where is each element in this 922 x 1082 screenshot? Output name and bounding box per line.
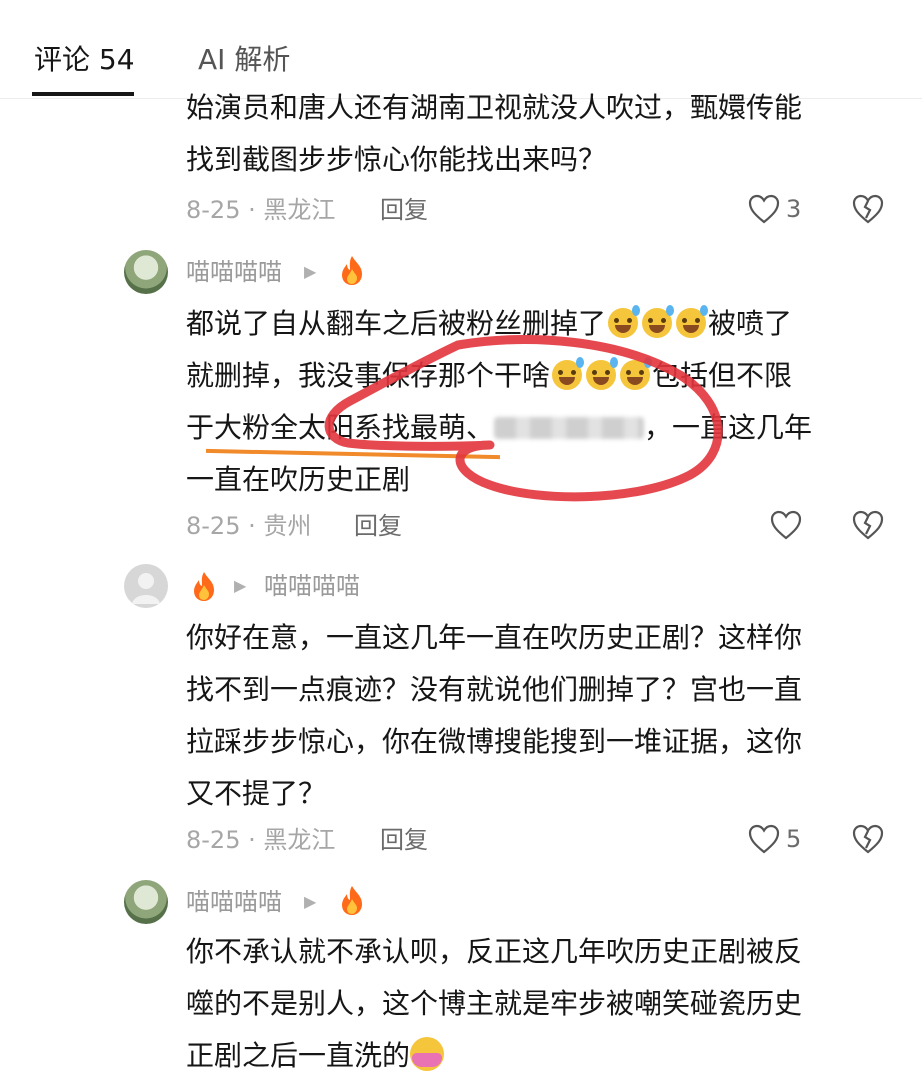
like-button[interactable]: 5 xyxy=(748,824,801,854)
comment-line: 始演员和唐人还有湖南卫视就没人吹过，甄嬛传能 xyxy=(186,91,803,124)
username[interactable]: 喵喵喵喵 xyxy=(186,882,282,922)
comment-line: 正剧之后一直洗的 xyxy=(186,1030,802,1082)
heart-icon xyxy=(748,824,780,854)
dislike-button[interactable] xyxy=(852,824,884,858)
active-tab-indicator xyxy=(32,92,134,96)
default-avatar-icon xyxy=(132,573,160,604)
dislike-button[interactable] xyxy=(852,194,884,228)
red-circle-annotation xyxy=(324,335,723,502)
comment-line: 拉踩步步惊心，你在微博搜能搜到一堆证据，这你 xyxy=(186,725,803,758)
play-arrow-icon: ▶ xyxy=(304,892,317,911)
heart-icon xyxy=(748,194,780,224)
comment-line: 你好在意，一直这几年一直在吹历史正剧？这样你 xyxy=(186,621,803,654)
like-count: 3 xyxy=(786,195,802,223)
reply-button[interactable]: 回复 xyxy=(380,190,428,230)
like-count: 5 xyxy=(786,825,802,853)
sweat-smile-emoji xyxy=(676,305,709,338)
sweat-smile-emoji xyxy=(608,305,641,338)
reply-button[interactable]: 回复 xyxy=(354,506,402,546)
comment-text: 始演员和唐人还有湖南卫视就没人吹过，甄嬛传能 找到截图步步惊心你能找出来吗？ xyxy=(186,82,802,186)
reply-button[interactable]: 回复 xyxy=(380,820,428,860)
comment-text: 你不承认就不承认呗，反正这几年吹历史正剧被反 噬的不是别人，这个博主就是牢步被嘲… xyxy=(186,926,802,1082)
fire-icon xyxy=(342,886,362,915)
avatar[interactable] xyxy=(124,564,168,608)
sweat-smile-emoji xyxy=(642,305,675,338)
username[interactable]: 喵喵喵喵 xyxy=(186,252,282,292)
avatar[interactable] xyxy=(124,880,168,924)
comment-line: 噬的不是别人，这个博主就是牢步被嘲笑碰瓷历史 xyxy=(186,987,803,1020)
avatar[interactable] xyxy=(124,250,168,294)
broken-heart-icon xyxy=(852,510,884,540)
dislike-button[interactable] xyxy=(852,510,884,544)
text-run: 正剧之后一直洗的 xyxy=(186,1039,411,1072)
fire-icon xyxy=(194,572,214,601)
comment-meta: 8-25 · 黑龙江 xyxy=(186,196,336,224)
broken-heart-icon xyxy=(852,824,884,854)
username[interactable]: 喵喵喵喵 xyxy=(264,566,360,606)
hugging-face-emoji xyxy=(410,1037,445,1071)
tab-comments[interactable]: 评论 54 xyxy=(34,38,135,78)
comment-meta: 8-25 · 贵州 xyxy=(186,512,312,540)
comment-line: 找到截图步步惊心你能找出来吗？ xyxy=(186,143,607,176)
comment-line: 你不承认就不承认呗，反正这几年吹历史正剧被反 xyxy=(186,935,803,968)
fire-icon xyxy=(342,256,362,285)
broken-heart-icon xyxy=(852,194,884,224)
tab-ai-analysis[interactable]: AI 解析 xyxy=(198,38,290,78)
play-arrow-icon: ▶ xyxy=(304,262,317,281)
comment-text: 你好在意，一直这几年一直在吹历史正剧？这样你 找不到一点痕迹？没有就说他们删掉了… xyxy=(186,612,802,820)
like-button[interactable]: 3 xyxy=(748,194,801,224)
comment-meta: 8-25 · 黑龙江 xyxy=(186,826,336,854)
like-button[interactable] xyxy=(770,510,802,540)
comment-line: 找不到一点痕迹？没有就说他们删掉了？宫也一直 xyxy=(186,673,803,706)
play-arrow-icon: ▶ xyxy=(234,576,247,595)
comment-line: 又不提了？ xyxy=(186,777,327,810)
heart-icon xyxy=(770,510,802,540)
